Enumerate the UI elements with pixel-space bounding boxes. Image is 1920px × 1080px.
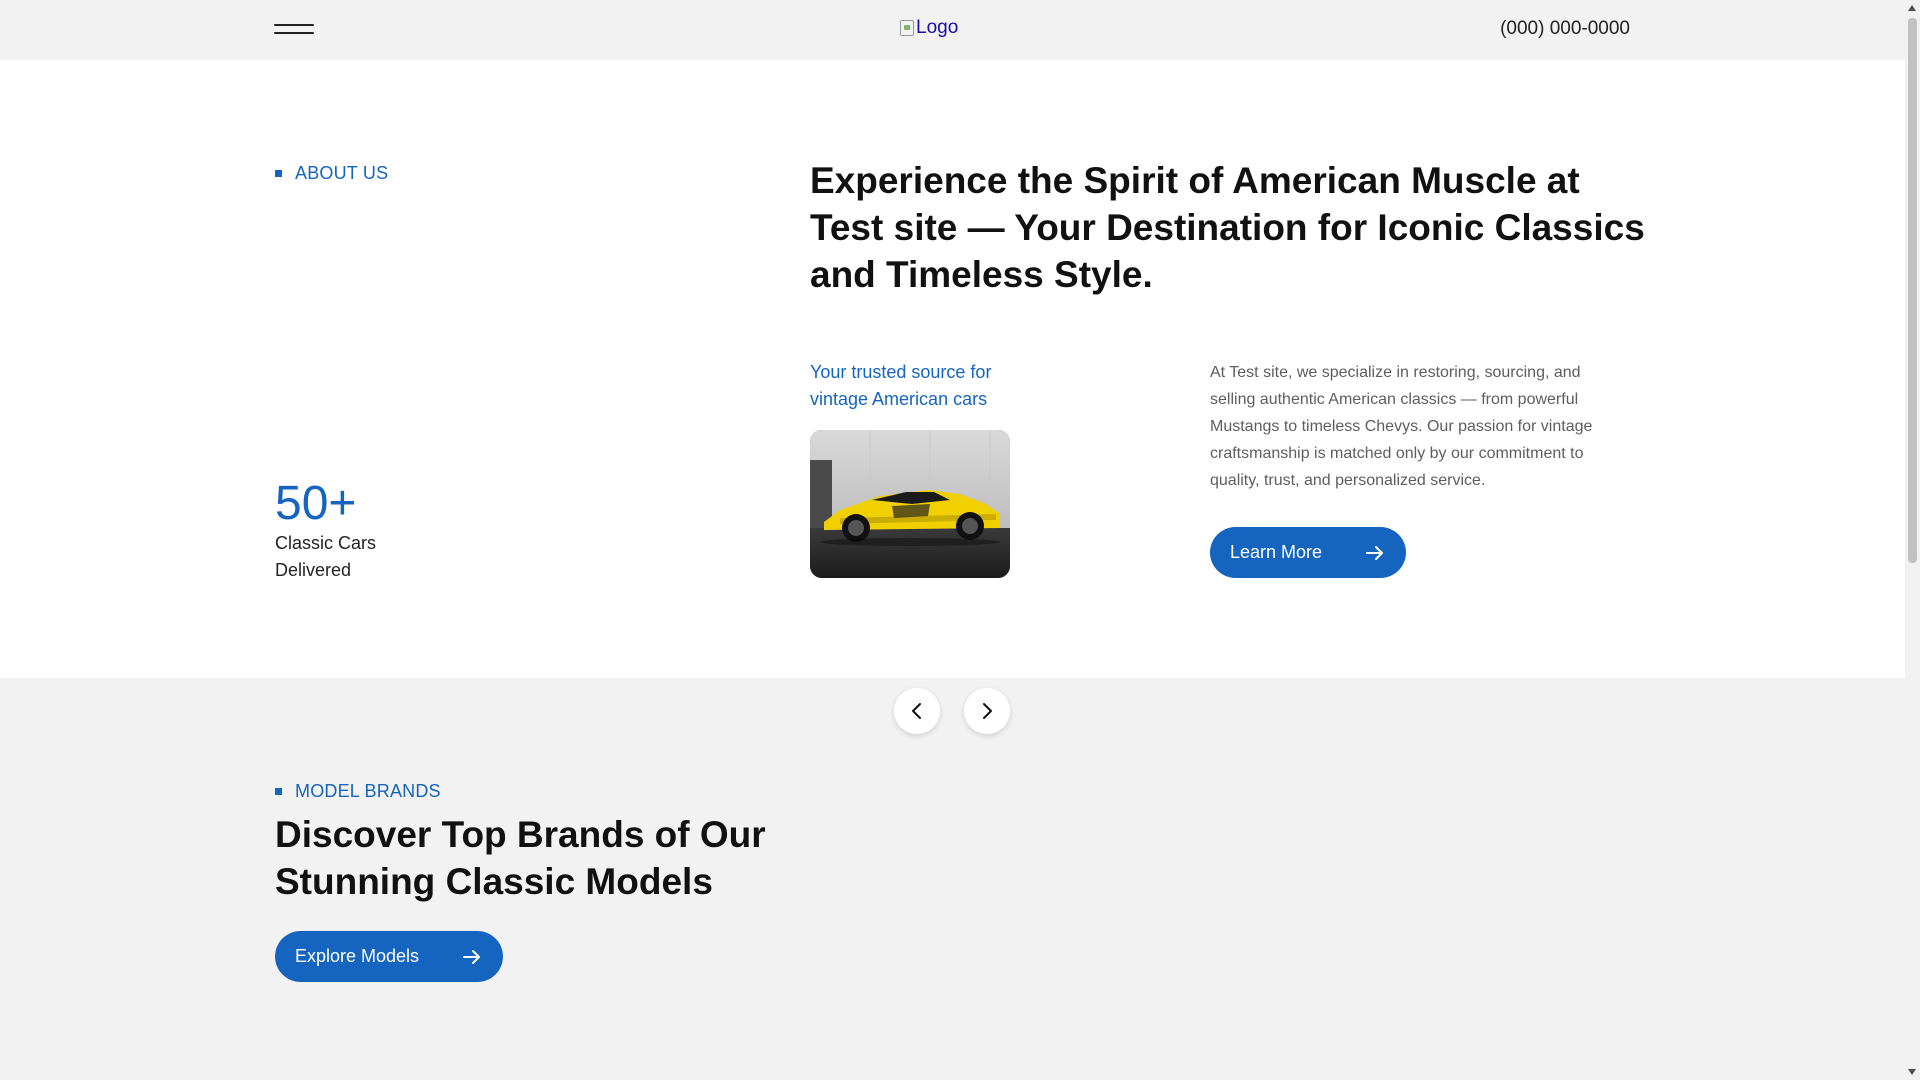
carousel-next-button[interactable] bbox=[964, 688, 1010, 734]
learn-more-label: Learn More bbox=[1230, 542, 1323, 562]
chevron-right-icon bbox=[983, 703, 992, 719]
stat-number: 50+ bbox=[275, 477, 357, 530]
logo-alt-text: Logo bbox=[916, 17, 959, 38]
square-bullet-icon bbox=[275, 788, 282, 795]
vertical-scrollbar[interactable] bbox=[1905, 0, 1920, 1080]
learn-more-button[interactable]: Learn More bbox=[1210, 527, 1406, 578]
brands-eyebrow-label: MODEL BRANDS bbox=[295, 781, 441, 801]
explore-models-label: Explore Models bbox=[295, 946, 420, 966]
scroll-down-icon[interactable] bbox=[1908, 1069, 1916, 1075]
phone-number[interactable]: (000) 000-0000 bbox=[1500, 18, 1630, 40]
arrow-right-icon bbox=[463, 949, 480, 964]
square-bullet-icon bbox=[275, 170, 282, 177]
stat-label: Classic Cars Delivered bbox=[275, 533, 377, 580]
hamburger-menu-icon[interactable] bbox=[274, 20, 316, 40]
scrollbar-thumb[interactable] bbox=[1908, 18, 1917, 563]
about-headline: Experience the Spirit of American Muscle… bbox=[810, 160, 1645, 295]
about-eyebrow-label: ABOUT US bbox=[295, 163, 389, 183]
car-image bbox=[810, 430, 1010, 578]
site-header: Logo (000) 000-0000 bbox=[0, 0, 1905, 60]
about-description: At Test site, we specialize in restoring… bbox=[1210, 364, 1593, 489]
scroll-up-icon[interactable] bbox=[1908, 5, 1916, 11]
chevron-left-icon bbox=[912, 703, 921, 719]
carousel-prev-button[interactable] bbox=[894, 688, 940, 734]
brands-eyebrow: MODEL BRANDS bbox=[275, 781, 441, 802]
stat-block: 50+ Classic Cars Delivered bbox=[275, 478, 395, 584]
about-eyebrow: ABOUT US bbox=[275, 163, 388, 184]
arrow-right-icon bbox=[1366, 545, 1383, 560]
brands-title: Discover Top Brands of Our Stunning Clas… bbox=[275, 814, 766, 902]
about-tagline: Your trusted source for vintage American… bbox=[810, 362, 992, 409]
page: Logo (000) 000-0000 ABOUT US Experience … bbox=[0, 0, 1905, 1080]
broken-image-icon bbox=[900, 20, 914, 36]
explore-models-button[interactable]: Explore Models bbox=[275, 931, 503, 982]
logo[interactable]: Logo bbox=[900, 17, 958, 39]
